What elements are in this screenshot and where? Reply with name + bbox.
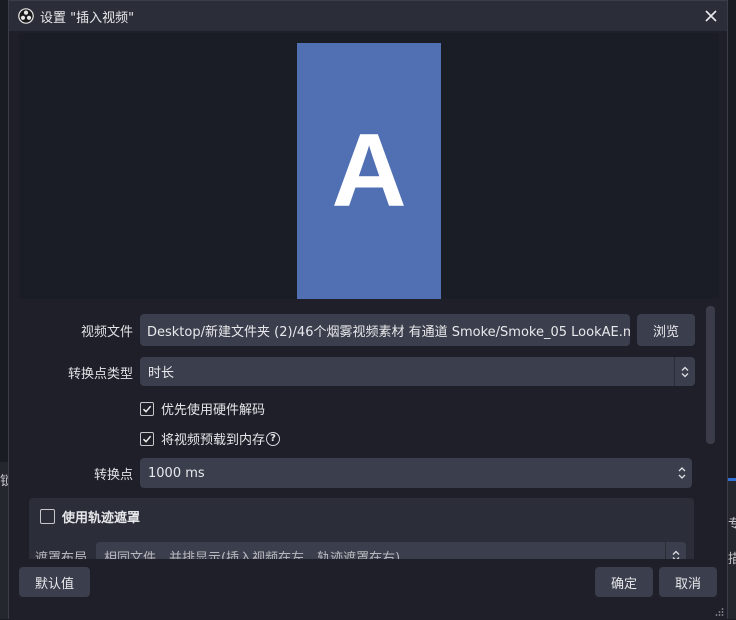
cancel-button[interactable]: 取消 xyxy=(659,567,717,597)
background-right-label-1: 专 xyxy=(728,517,736,532)
defaults-button[interactable]: 默认值 xyxy=(19,567,90,597)
close-icon xyxy=(705,10,717,22)
hw-decode-label: 优先使用硬件解码 xyxy=(161,403,266,418)
preview-card: A xyxy=(297,43,441,299)
preload-checkbox[interactable] xyxy=(140,431,154,446)
dialog-footer: 默认值 确定 取消 xyxy=(9,559,727,620)
transition-type-value: 时长 xyxy=(148,366,175,381)
hw-decode-checkbox[interactable] xyxy=(140,401,154,416)
track-matte-group: 使用轨迹遮罩 遮罩布局 相同文件，并排显示(插入视频在左，轨迹遮罩在右) xyxy=(29,498,694,568)
background-right-accent xyxy=(728,478,736,481)
scrollbar-thumb[interactable] xyxy=(706,306,715,444)
check-icon xyxy=(142,435,152,443)
transition-type-select[interactable]: 时长 xyxy=(140,357,695,386)
transition-point-spinbox[interactable]: 1000 ms xyxy=(140,458,692,488)
combo-arrows-icon xyxy=(674,357,695,386)
track-matte-label: 使用轨迹遮罩 xyxy=(62,511,141,526)
source-preview: A xyxy=(19,33,719,299)
resize-grip-icon[interactable] xyxy=(714,607,724,617)
close-button[interactable] xyxy=(701,6,721,26)
video-file-label: 视频文件 xyxy=(80,325,133,340)
dialog-title: 设置 "插入视频" xyxy=(40,10,135,26)
track-matte-checkbox[interactable] xyxy=(40,509,55,524)
obs-icon xyxy=(18,8,34,24)
preview-letter: A xyxy=(331,113,407,229)
preload-label: 将视频预载到内存 xyxy=(161,433,266,448)
hw-decode-option[interactable]: 优先使用硬件解码 xyxy=(140,399,265,418)
help-icon[interactable]: ? xyxy=(266,431,281,446)
transition-type-label: 转换点类型 xyxy=(67,367,133,382)
transition-point-value: 1000 ms xyxy=(148,465,205,481)
video-file-input[interactable]: Desktop/新建文件夹 (2)/46个烟雾视频素材 有通道 Smoke/Sm… xyxy=(140,314,630,346)
transition-point-label: 转换点 xyxy=(93,468,133,483)
preload-option[interactable]: 将视频预载到内存 ? xyxy=(140,429,281,448)
title-bar[interactable]: 设置 "插入视频" xyxy=(9,1,727,31)
spin-arrows-icon[interactable] xyxy=(672,458,692,488)
background-right-label-2: 描 xyxy=(728,552,736,567)
browse-button[interactable]: 浏览 xyxy=(637,314,695,346)
settings-dialog: 设置 "插入视频" A 视频文件 Desktop/新建文件夹 (2)/46个烟雾… xyxy=(8,0,728,620)
track-matte-option[interactable]: 使用轨迹遮罩 xyxy=(40,507,140,526)
ok-button[interactable]: 确定 xyxy=(595,567,653,597)
background-left-label: 锁 xyxy=(0,474,8,489)
check-icon xyxy=(142,405,152,413)
